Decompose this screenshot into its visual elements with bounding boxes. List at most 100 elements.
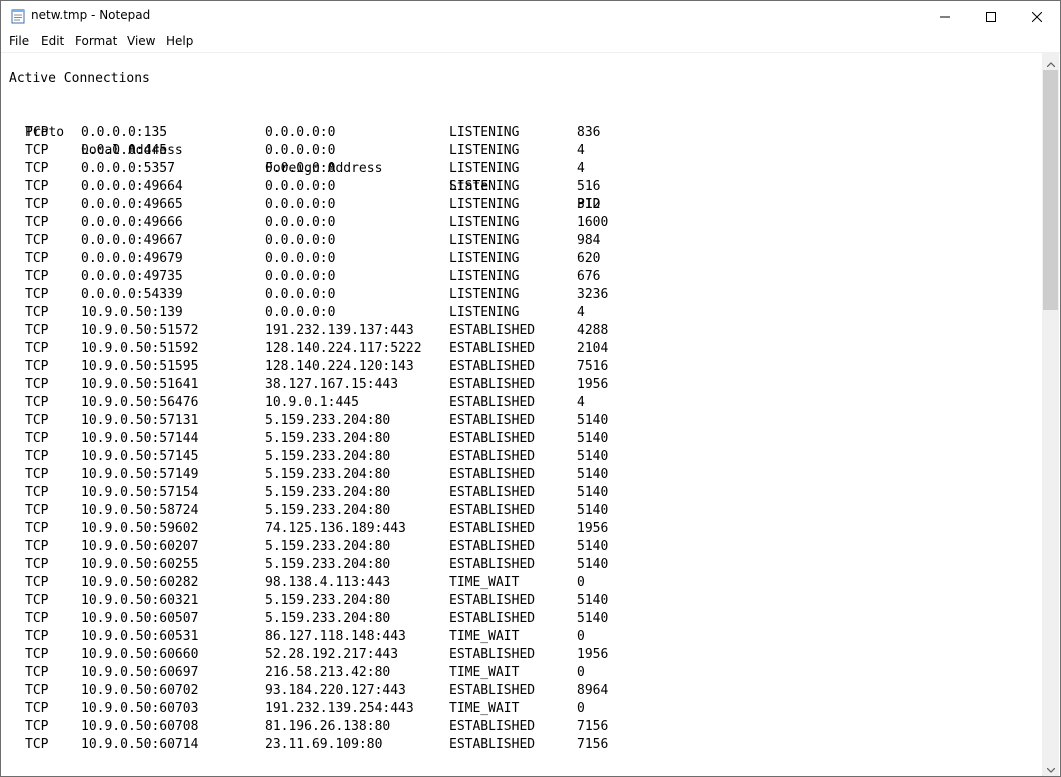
cell-state: ESTABLISHED (449, 719, 536, 734)
minimize-button[interactable] (922, 1, 968, 31)
cell-proto: TCP (25, 125, 49, 140)
cell-pid: 1956 (577, 647, 609, 662)
menu-help[interactable]: Help (165, 34, 194, 48)
connection-row: TCP 10.9.0.50:60714 23.11.69.109:80 ESTABLI… (9, 736, 608, 754)
cell-foreign-address: 52.28.192.217:443 (265, 647, 399, 662)
cell-state: TIME_WAIT (449, 629, 520, 644)
cell-foreign-address: 5.159.233.204:80 (265, 413, 391, 428)
menu-file[interactable]: File (8, 34, 30, 48)
cell-foreign-address: 0.0.0.0:0 (265, 305, 336, 320)
cell-proto: TCP (25, 629, 49, 644)
scroll-up-button[interactable] (1042, 53, 1059, 70)
cell-proto: TCP (25, 737, 49, 752)
cell-proto: TCP (25, 485, 49, 500)
cell-local-address: 10.9.0.50:60708 (81, 719, 199, 734)
menu-format[interactable]: Format (74, 34, 118, 48)
vertical-scrollbar[interactable] (1042, 53, 1059, 776)
cell-pid: 0 (577, 665, 585, 680)
connection-row: TCP 0.0.0.0:49679 0.0.0.0:0 LISTENING 620 (9, 250, 600, 268)
cell-proto: TCP (25, 359, 49, 374)
cell-state: ESTABLISHED (449, 413, 536, 428)
cell-foreign-address: 0.0.0.0:0 (265, 179, 336, 194)
cell-foreign-address: 0.0.0.0:0 (265, 233, 336, 248)
cell-local-address: 0.0.0.0:135 (81, 125, 168, 140)
cell-proto: TCP (25, 377, 49, 392)
scroll-down-button[interactable] (1042, 759, 1059, 776)
cell-proto: TCP (25, 557, 49, 572)
cell-foreign-address: 5.159.233.204:80 (265, 485, 391, 500)
cell-proto: TCP (25, 449, 49, 464)
cell-proto: TCP (25, 179, 49, 194)
connection-row: TCP 10.9.0.50:57131 5.159.233.204:80 ESTABL… (9, 412, 608, 430)
cell-state: ESTABLISHED (449, 467, 536, 482)
cell-local-address: 10.9.0.50:60207 (81, 539, 199, 554)
close-button[interactable] (1014, 1, 1060, 31)
connection-row: TCP 10.9.0.50:60708 81.196.26.138:80 ESTABL… (9, 718, 608, 736)
cell-local-address: 10.9.0.50:60255 (81, 557, 199, 572)
cell-proto: TCP (25, 593, 49, 608)
cell-local-address: 10.9.0.50:57154 (81, 485, 199, 500)
cell-local-address: 10.9.0.50:57145 (81, 449, 199, 464)
cell-foreign-address: 0.0.0.0:0 (265, 287, 336, 302)
cell-local-address: 0.0.0.0:49735 (81, 269, 183, 284)
cell-pid: 5140 (577, 503, 609, 518)
connection-row: TCP 10.9.0.50:60660 52.28.192.217:443 ESTAB… (9, 646, 608, 664)
cell-pid: 5140 (577, 539, 609, 554)
maximize-button[interactable] (968, 1, 1014, 31)
connection-row: TCP 10.9.0.50:57145 5.159.233.204:80 ESTABL… (9, 448, 608, 466)
cell-foreign-address: 74.125.136.189:443 (265, 521, 406, 536)
cell-state: ESTABLISHED (449, 611, 536, 626)
document-text: Active Connections Proto Local Address F… (9, 70, 608, 754)
cell-pid: 984 (577, 233, 601, 248)
cell-proto: TCP (25, 197, 49, 212)
cell-pid: 4288 (577, 323, 609, 338)
connection-row: TCP 0.0.0.0:135 0.0.0.0:0 LISTENING 836 (9, 124, 600, 142)
connection-row: TCP 0.0.0.0:49735 0.0.0.0:0 LISTENING 676 (9, 268, 600, 286)
cell-pid: 5140 (577, 593, 609, 608)
menu-view[interactable]: View (126, 34, 156, 48)
connection-row: TCP 10.9.0.50:60507 5.159.233.204:80 ESTABL… (9, 610, 608, 628)
cell-proto: TCP (25, 521, 49, 536)
connection-row: TCP 10.9.0.50:51572 191.232.139.137:443 EST… (9, 322, 608, 340)
cell-pid: 0 (577, 629, 585, 644)
connection-row: TCP 0.0.0.0:49665 0.0.0.0:0 LISTENING 312 (9, 196, 600, 214)
cell-local-address: 10.9.0.50:56476 (81, 395, 199, 410)
cell-foreign-address: 5.159.233.204:80 (265, 539, 391, 554)
cell-local-address: 10.9.0.50:60702 (81, 683, 199, 698)
cell-local-address: 0.0.0.0:49667 (81, 233, 183, 248)
cell-foreign-address: 38.127.167.15:443 (265, 377, 399, 392)
cell-state: ESTABLISHED (449, 323, 536, 338)
cell-state: ESTABLISHED (449, 593, 536, 608)
cell-local-address: 10.9.0.50:58724 (81, 503, 199, 518)
title-bar[interactable]: netw.tmp - Notepad (1, 1, 1060, 31)
cell-local-address: 10.9.0.50:139 (81, 305, 183, 320)
connection-row: TCP 10.9.0.50:60255 5.159.233.204:80 ESTABL… (9, 556, 608, 574)
cell-foreign-address: 191.232.139.254:443 (265, 701, 414, 716)
cell-foreign-address: 128.140.224.120:143 (265, 359, 414, 374)
cell-proto: TCP (25, 161, 49, 176)
cell-pid: 8964 (577, 683, 609, 698)
text-editor[interactable]: Active Connections Proto Local Address F… (1, 53, 1042, 776)
cell-state: LISTENING (449, 233, 520, 248)
cell-pid: 7156 (577, 719, 609, 734)
cell-state: ESTABLISHED (449, 377, 536, 392)
cell-proto: TCP (25, 215, 49, 230)
chevron-up-icon (1046, 52, 1055, 71)
cell-proto: TCP (25, 269, 49, 284)
cell-state: LISTENING (449, 197, 520, 212)
cell-foreign-address: 0.0.0.0:0 (265, 125, 336, 140)
connection-row: TCP 10.9.0.50:139 0.0.0.0:0 LISTENING 4 (9, 304, 585, 322)
cell-foreign-address: 98.138.4.113:443 (265, 575, 391, 590)
cell-proto: TCP (25, 575, 49, 590)
scrollbar-thumb[interactable] (1043, 70, 1058, 310)
cell-state: LISTENING (449, 269, 520, 284)
cell-state: LISTENING (449, 161, 520, 176)
cell-local-address: 0.0.0.0:445 (81, 143, 168, 158)
cell-foreign-address: 5.159.233.204:80 (265, 503, 391, 518)
cell-proto: TCP (25, 287, 49, 302)
cell-pid: 4 (577, 305, 585, 320)
cell-pid: 516 (577, 179, 601, 194)
cell-proto: TCP (25, 233, 49, 248)
menu-bar: File Edit Format View Help (1, 31, 1060, 53)
menu-edit[interactable]: Edit (40, 34, 65, 48)
